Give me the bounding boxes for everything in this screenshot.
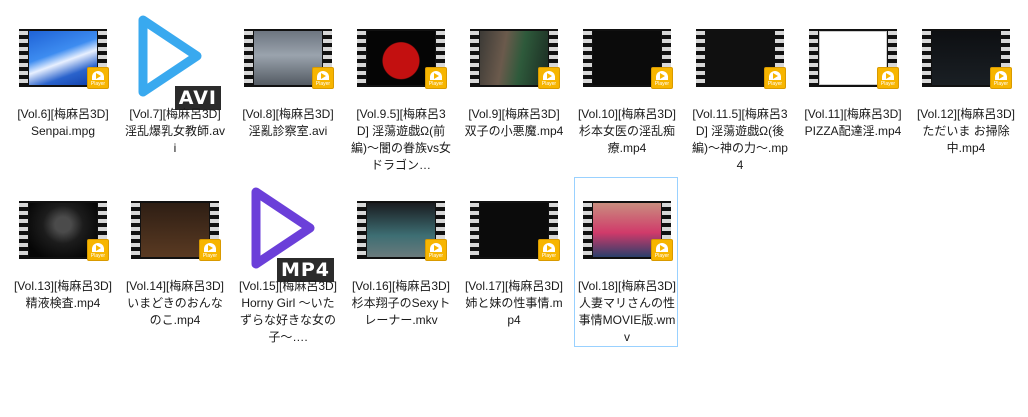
video-thumbnail: Player: [131, 201, 221, 261]
player-badge-icon: Player: [199, 239, 221, 261]
file-name: [Vol.18][梅麻呂3D] 人妻マリさんの性事情MOVIE版.wmv: [577, 279, 677, 344]
player-badge-icon: Player: [651, 67, 673, 89]
video-thumbnail: Player: [357, 29, 447, 89]
file-name: [Vol.14][梅麻呂3D] いまどきのおんなのこ.mp4: [125, 279, 225, 327]
play-file-icon: AVI: [135, 14, 221, 110]
file-name: [Vol.9][梅麻呂3D] 双子の小悪魔.mp4: [464, 107, 564, 138]
file-item[interactable]: MP4 [Vol.15][梅麻呂3D] Horny Girl ～いたずらな好きな女…: [235, 177, 339, 347]
player-badge-icon: Player: [538, 239, 560, 261]
file-name: [Vol.12][梅麻呂3D] ただいま お掃除中.mp4: [916, 107, 1016, 155]
file-name: [Vol.13][梅麻呂3D] 精液検査.mp4: [13, 279, 113, 310]
play-file-icon: MP4: [248, 186, 334, 282]
file-name: [Vol.11.5][梅麻呂3D] 淫蕩遊戯Ω(後編)～神の力～.mp4: [691, 107, 788, 172]
file-item[interactable]: Player [Vol.12][梅麻呂3D] ただいま お掃除中.mp4: [913, 5, 1017, 175]
file-item[interactable]: Player [Vol.17][梅麻呂3D] 姉と妹の性事情.mp4: [461, 177, 565, 347]
file-item[interactable]: Player [Vol.16][梅麻呂3D] 杉本翔子のSexyトレーナー.mkv: [348, 177, 452, 347]
file-item[interactable]: Player [Vol.11][梅麻呂3D] PIZZA配達淫.mp4: [800, 5, 904, 175]
video-thumbnail: Player: [922, 29, 1012, 89]
file-name: [Vol.6][梅麻呂3D] Senpai.mpg: [17, 107, 109, 138]
player-badge-icon: Player: [87, 67, 109, 89]
video-thumbnail: Player: [244, 29, 334, 89]
file-name: [Vol.17][梅麻呂3D] 姉と妹の性事情.mp4: [464, 279, 564, 327]
player-badge-icon: Player: [87, 239, 109, 261]
file-item[interactable]: Player [Vol.10][梅麻呂3D] 杉本女医の淫乱痴療.mp4: [574, 5, 678, 175]
player-badge-icon: Player: [538, 67, 560, 89]
player-badge-icon: Player: [425, 67, 447, 89]
file-item[interactable]: Player [Vol.9.5][梅麻呂3D] 淫蕩遊戯Ω(前編)～闇の眷族vs女…: [348, 5, 452, 175]
video-thumbnail: Player: [470, 29, 560, 89]
file-item[interactable]: Player [Vol.14][梅麻呂3D] いまどきのおんなのこ.mp4: [122, 177, 226, 347]
file-item[interactable]: Player [Vol.9][梅麻呂3D] 双子の小悪魔.mp4: [461, 5, 565, 175]
player-badge-icon: Player: [990, 67, 1012, 89]
video-thumbnail: Player: [470, 201, 560, 261]
file-item[interactable]: AVI [Vol.7][梅麻呂3D] 淫乱爆乳女教師.avi: [122, 5, 226, 175]
file-item[interactable]: Player [Vol.13][梅麻呂3D] 精液検査.mp4: [10, 177, 114, 347]
video-thumbnail: Player: [19, 29, 109, 89]
file-name: [Vol.7][梅麻呂3D] 淫乱爆乳女教師.avi: [125, 107, 226, 155]
video-thumbnail: Player: [809, 29, 899, 89]
player-badge-icon: Player: [425, 239, 447, 261]
file-item[interactable]: Player [Vol.8][梅麻呂3D] 淫亂診察室.avi: [235, 5, 339, 175]
player-badge-icon: Player: [651, 239, 673, 261]
video-thumbnail: Player: [357, 201, 447, 261]
video-thumbnail: Player: [583, 29, 673, 89]
player-badge-icon: Player: [877, 67, 899, 89]
player-badge-icon: Player: [764, 67, 786, 89]
player-badge-icon: Player: [312, 67, 334, 89]
file-item[interactable]: Player [Vol.18][梅麻呂3D] 人妻マリさんの性事情MOVIE版.w…: [574, 177, 678, 347]
file-name: [Vol.15][梅麻呂3D] Horny Girl ～いたずらな好きな女の子～…: [238, 279, 338, 344]
file-item[interactable]: Player [Vol.6][梅麻呂3D] Senpai.mpg: [10, 5, 114, 175]
file-name: [Vol.16][梅麻呂3D] 杉本翔子のSexyトレーナー.mkv: [351, 279, 451, 327]
video-thumbnail: Player: [19, 201, 109, 261]
file-name: [Vol.9.5][梅麻呂3D] 淫蕩遊戯Ω(前編)～闇の眷族vs女ドラゴン…: [351, 107, 451, 172]
video-thumbnail: Player: [696, 29, 786, 89]
file-name: [Vol.8][梅麻呂3D] 淫亂診察室.avi: [242, 107, 334, 138]
video-thumbnail: Player: [583, 201, 673, 261]
file-name: [Vol.10][梅麻呂3D] 杉本女医の淫乱痴療.mp4: [577, 107, 677, 155]
file-name: [Vol.11][梅麻呂3D] PIZZA配達淫.mp4: [804, 107, 902, 138]
file-item[interactable]: Player [Vol.11.5][梅麻呂3D] 淫蕩遊戯Ω(後編)～神の力～.m…: [687, 5, 791, 175]
